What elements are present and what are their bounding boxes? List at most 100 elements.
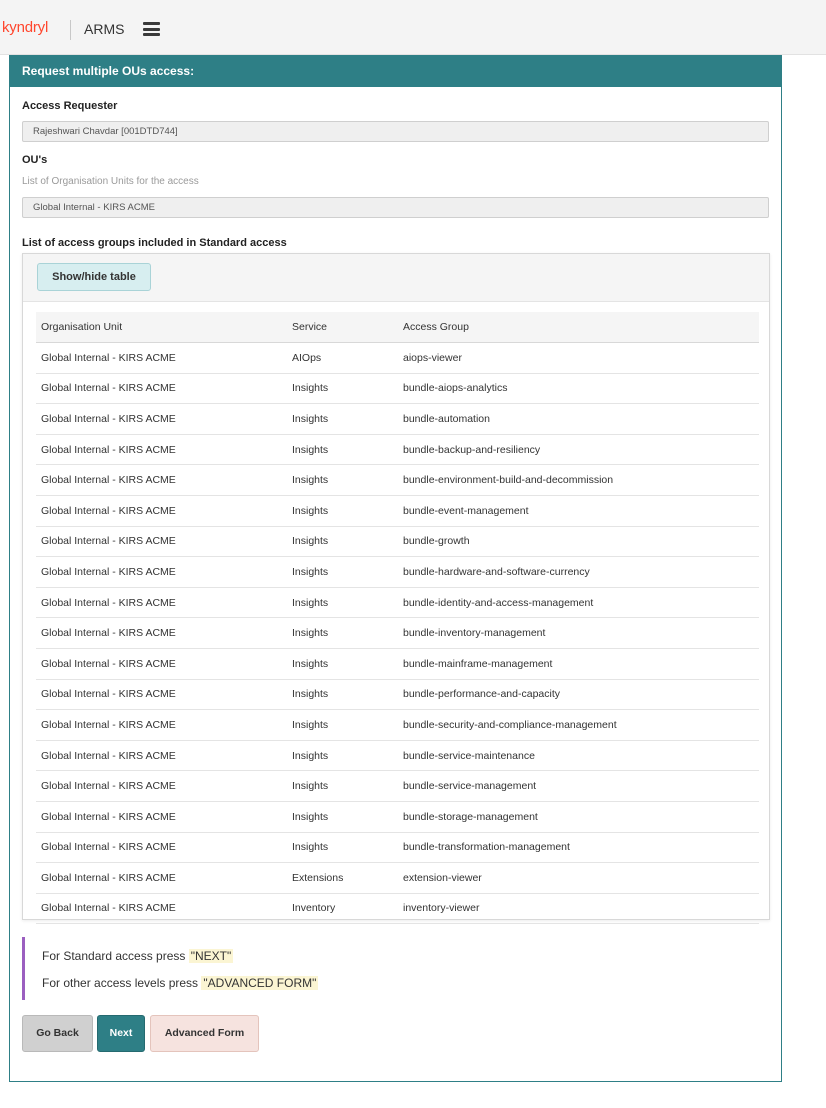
ous-field[interactable]: Global Internal - KIRS ACME bbox=[22, 197, 769, 218]
cell-service: Insights bbox=[287, 434, 398, 466]
table-row: Global Internal - KIRS ACME Insights bundl… bbox=[36, 832, 759, 864]
advanced-form-button[interactable]: Advanced Form bbox=[150, 1015, 259, 1052]
table-row: Global Internal - KIRS ACME Insights bundl… bbox=[36, 495, 759, 527]
table-row: Global Internal - KIRS ACME Insights bundl… bbox=[36, 617, 759, 649]
cell-service: Insights bbox=[287, 801, 398, 833]
table-row: Global Internal - KIRS ACME Insights bundl… bbox=[36, 526, 759, 558]
cell-access-group: bundle-storage-management bbox=[398, 801, 759, 833]
ous-hint: List of Organisation Units for the acces… bbox=[22, 176, 199, 187]
cell-access-group: bundle-inventory-management bbox=[398, 617, 759, 649]
instruction-note: For Standard access press "NEXT" For oth… bbox=[22, 937, 425, 1000]
cell-access-group: aiops-viewer bbox=[398, 342, 759, 374]
cell-organisation-unit: Global Internal - KIRS ACME bbox=[36, 709, 287, 741]
cell-service: AIOps bbox=[287, 342, 398, 374]
table-toolbar: Show/hide table bbox=[23, 254, 769, 302]
cell-access-group: bundle-mainframe-management bbox=[398, 648, 759, 680]
cell-service: Inventory bbox=[287, 893, 398, 925]
instruction-advanced-highlight: "ADVANCED FORM" bbox=[201, 976, 319, 990]
instruction-next-highlight: "NEXT" bbox=[188, 949, 234, 963]
cell-organisation-unit: Global Internal - KIRS ACME bbox=[36, 373, 287, 405]
cell-service: Insights bbox=[287, 679, 398, 711]
cell-organisation-unit: Global Internal - KIRS ACME bbox=[36, 342, 287, 374]
column-header-organisation-unit[interactable]: Organisation Unit bbox=[36, 312, 287, 343]
cell-organisation-unit: Global Internal - KIRS ACME bbox=[36, 526, 287, 558]
table-row: Global Internal - KIRS ACME Insights bundl… bbox=[36, 587, 759, 619]
cell-organisation-unit: Global Internal - KIRS ACME bbox=[36, 893, 287, 925]
table-row: Global Internal - KIRS ACME Extensions ext… bbox=[36, 862, 759, 894]
access-groups-table: Organisation Unit Service Access Group G… bbox=[36, 312, 759, 925]
cell-access-group: bundle-security-and-compliance-managemen… bbox=[398, 709, 759, 741]
cell-access-group: bundle-identity-and-access-management bbox=[398, 587, 759, 619]
access-requester-field[interactable]: Rajeshwari Chavdar [001DTD744] bbox=[22, 121, 769, 142]
cell-service: Insights bbox=[287, 709, 398, 741]
cell-access-group: bundle-hardware-and-software-currency bbox=[398, 556, 759, 588]
instruction-line-next: For Standard access press "NEXT" bbox=[42, 949, 234, 963]
cell-access-group: bundle-backup-and-resiliency bbox=[398, 434, 759, 466]
cell-service: Insights bbox=[287, 403, 398, 435]
brand-logo[interactable]: kyndryl bbox=[2, 19, 48, 36]
cell-service: Insights bbox=[287, 526, 398, 558]
table-row: Global Internal - KIRS ACME Insights bundl… bbox=[36, 801, 759, 833]
instruction-next-text: For Standard access press bbox=[42, 949, 186, 963]
cell-access-group: bundle-growth bbox=[398, 526, 759, 558]
cell-service: Insights bbox=[287, 464, 398, 496]
column-header-access-group[interactable]: Access Group bbox=[398, 312, 759, 343]
cell-access-group: bundle-service-maintenance bbox=[398, 740, 759, 772]
cell-organisation-unit: Global Internal - KIRS ACME bbox=[36, 495, 287, 527]
table-row: Global Internal - KIRS ACME Insights bundl… bbox=[36, 464, 759, 496]
request-panel: Request multiple OUs access: Access Requ… bbox=[9, 55, 782, 1082]
cell-organisation-unit: Global Internal - KIRS ACME bbox=[36, 464, 287, 496]
cell-organisation-unit: Global Internal - KIRS ACME bbox=[36, 679, 287, 711]
table-row: Global Internal - KIRS ACME Insights bundl… bbox=[36, 434, 759, 466]
cell-access-group: bundle-event-management bbox=[398, 495, 759, 527]
app-name[interactable]: ARMS bbox=[84, 21, 124, 37]
cell-access-group: bundle-performance-and-capacity bbox=[398, 679, 759, 711]
cell-access-group: bundle-service-management bbox=[398, 770, 759, 802]
table-row: Global Internal - KIRS ACME AIOps aiops-vi… bbox=[36, 342, 759, 374]
instruction-line-advanced: For other access levels press "ADVANCED … bbox=[42, 976, 319, 990]
table-row: Global Internal - KIRS ACME Insights bundl… bbox=[36, 373, 759, 405]
table-row: Global Internal - KIRS ACME Insights bundl… bbox=[36, 770, 759, 802]
cell-service: Insights bbox=[287, 556, 398, 588]
cell-organisation-unit: Global Internal - KIRS ACME bbox=[36, 617, 287, 649]
next-button[interactable]: Next bbox=[97, 1015, 145, 1052]
table-header-row: Organisation Unit Service Access Group bbox=[36, 312, 759, 343]
cell-organisation-unit: Global Internal - KIRS ACME bbox=[36, 648, 287, 680]
cell-access-group: bundle-environment-build-and-decommissio… bbox=[398, 464, 759, 496]
cell-access-group: inventory-viewer bbox=[398, 893, 759, 925]
table-row: Global Internal - KIRS ACME Insights bundl… bbox=[36, 403, 759, 435]
panel-title: Request multiple OUs access: bbox=[10, 55, 781, 87]
header-divider bbox=[70, 20, 71, 40]
hamburger-menu-icon[interactable] bbox=[143, 22, 160, 36]
access-requester-label: Access Requester bbox=[22, 100, 118, 112]
cell-access-group: extension-viewer bbox=[398, 862, 759, 894]
go-back-button[interactable]: Go Back bbox=[22, 1015, 93, 1052]
cell-organisation-unit: Global Internal - KIRS ACME bbox=[36, 434, 287, 466]
cell-organisation-unit: Global Internal - KIRS ACME bbox=[36, 770, 287, 802]
table-row: Global Internal - KIRS ACME Insights bundl… bbox=[36, 709, 759, 741]
cell-service: Insights bbox=[287, 373, 398, 405]
cell-service: Insights bbox=[287, 617, 398, 649]
cell-organisation-unit: Global Internal - KIRS ACME bbox=[36, 862, 287, 894]
table-row: Global Internal - KIRS ACME Inventory inve… bbox=[36, 893, 759, 925]
instruction-advanced-text: For other access levels press bbox=[42, 976, 199, 990]
table-body: Global Internal - KIRS ACME AIOps aiops-vi… bbox=[36, 342, 759, 925]
column-header-service[interactable]: Service bbox=[287, 312, 398, 343]
cell-organisation-unit: Global Internal - KIRS ACME bbox=[36, 587, 287, 619]
table-row: Global Internal - KIRS ACME Insights bundl… bbox=[36, 679, 759, 711]
cell-service: Extensions bbox=[287, 862, 398, 894]
cell-access-group: bundle-transformation-management bbox=[398, 832, 759, 864]
cell-service: Insights bbox=[287, 495, 398, 527]
cell-access-group: bundle-aiops-analytics bbox=[398, 373, 759, 405]
table-row: Global Internal - KIRS ACME Insights bundl… bbox=[36, 648, 759, 680]
cell-organisation-unit: Global Internal - KIRS ACME bbox=[36, 556, 287, 588]
cell-access-group: bundle-automation bbox=[398, 403, 759, 435]
cell-organisation-unit: Global Internal - KIRS ACME bbox=[36, 832, 287, 864]
ous-label: OU's bbox=[22, 154, 48, 166]
table-row: Global Internal - KIRS ACME Insights bundl… bbox=[36, 740, 759, 772]
cell-service: Insights bbox=[287, 587, 398, 619]
cell-service: Insights bbox=[287, 770, 398, 802]
cell-organisation-unit: Global Internal - KIRS ACME bbox=[36, 403, 287, 435]
show-hide-table-button[interactable]: Show/hide table bbox=[37, 263, 151, 291]
cell-service: Insights bbox=[287, 832, 398, 864]
